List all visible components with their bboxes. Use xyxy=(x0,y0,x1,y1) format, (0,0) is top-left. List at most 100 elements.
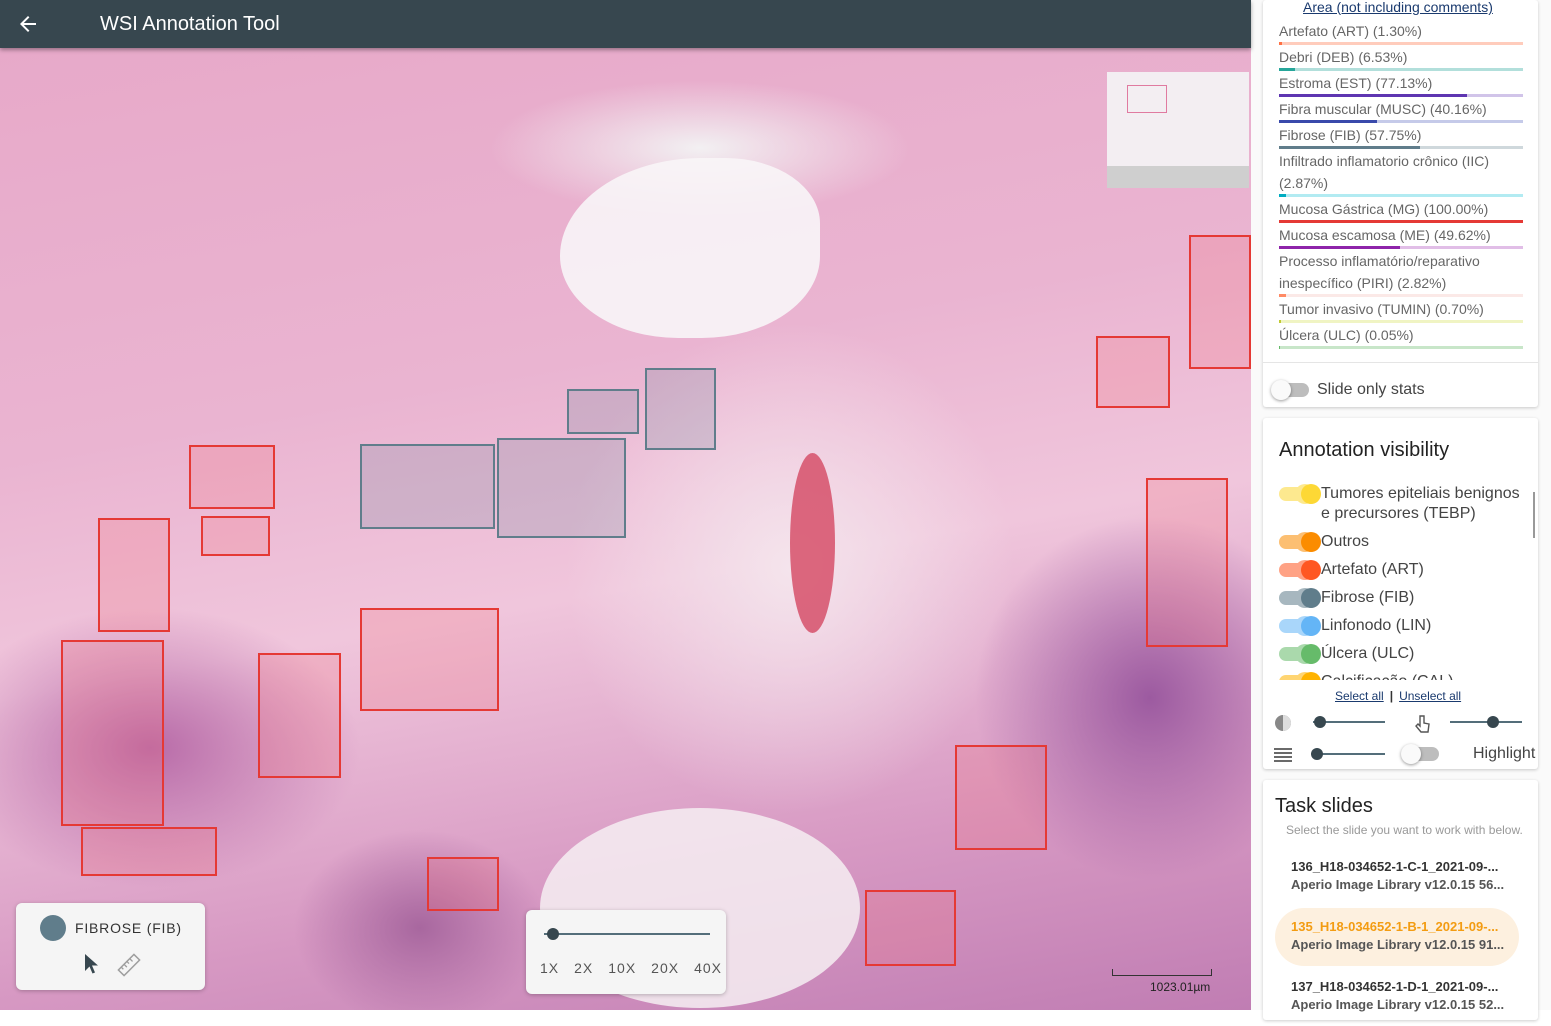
task-slides-subtitle: Select the slide you want to work with b… xyxy=(1286,823,1523,837)
slide-item[interactable]: 136_H18-034652-1-C-1_2021-09-... Aperio I… xyxy=(1275,848,1519,906)
stat-label: Fibrose (FIB) (57.75%) xyxy=(1279,127,1422,143)
ruler-icon[interactable] xyxy=(117,953,141,982)
class-color-dot xyxy=(40,915,66,941)
select-all-link[interactable]: Select all xyxy=(1335,689,1384,703)
slide-item[interactable]: 135_H18-034652-1-B-1_2021-09-... Aperio I… xyxy=(1275,908,1519,966)
stat-label: Infiltrado inflamatorio crônico (IIC) (2… xyxy=(1279,153,1490,191)
minimap-viewport[interactable] xyxy=(1127,85,1167,113)
side-panel: Area (not including comments) Artefato (… xyxy=(1251,0,1551,1020)
tissue-gap xyxy=(560,158,820,338)
task-slides-card: Task slides Select the slide you want to… xyxy=(1263,780,1538,1020)
annotation-region[interactable] xyxy=(360,608,499,711)
toggle-knob xyxy=(1301,616,1321,636)
stat-progress-bar xyxy=(1279,194,1523,197)
visibility-label: Tumores epiteliais benignos e precursore… xyxy=(1321,485,1520,522)
stat-progress-bar xyxy=(1279,320,1523,323)
stats-card: Area (not including comments) Artefato (… xyxy=(1263,0,1538,407)
annotation-region[interactable] xyxy=(201,516,270,556)
stat-progress-bar xyxy=(1279,120,1523,123)
visibility-label: Fibrose (FIB) xyxy=(1321,589,1415,606)
annotation-region[interactable] xyxy=(1189,235,1251,369)
unselect-all-link[interactable]: Unselect all xyxy=(1399,689,1461,703)
stat-progress-bar xyxy=(1279,68,1523,71)
zoom-level[interactable]: 10X xyxy=(608,960,636,976)
annotation-region[interactable] xyxy=(1096,336,1170,408)
stat-label: Processo inflamatório/reparativo inespec… xyxy=(1279,253,1480,291)
annotation-region[interactable] xyxy=(360,444,495,529)
zoom-level[interactable]: 1X xyxy=(540,960,559,976)
slide-description: Aperio Image Library v12.0.15 56... xyxy=(1291,877,1505,892)
slide-item[interactable]: 137_H18-034652-1-D-1_2021-09-... Aperio I… xyxy=(1275,968,1519,1026)
stat-progress-bar xyxy=(1279,146,1523,149)
pointer-icon[interactable] xyxy=(84,953,100,981)
highlight-label: Highlight xyxy=(1473,745,1536,762)
stat-label: Úlcera (ULC) (0.05%) xyxy=(1279,327,1414,343)
visibility-label: Úlcera (ULC) xyxy=(1321,645,1415,662)
slide-only-label: Slide only stats xyxy=(1317,381,1425,398)
slide-only-toggle[interactable] xyxy=(1271,380,1309,400)
stat-label: Estroma (EST) (77.13%) xyxy=(1279,75,1433,91)
toggle-knob xyxy=(1301,560,1321,580)
visibility-item[interactable]: Linfonodo (LIN) xyxy=(1277,616,1525,636)
annotation-visibility-card: Annotation visibility Tumores epiteliais… xyxy=(1263,418,1538,769)
annotation-region[interactable] xyxy=(645,368,716,450)
task-slides-title: Task slides xyxy=(1275,795,1373,817)
annotation-region[interactable] xyxy=(427,857,499,911)
annotation-region[interactable] xyxy=(61,640,164,826)
visibility-item[interactable]: Outros xyxy=(1277,532,1525,552)
slide-name: 135_H18-034652-1-B-1_2021-09-... xyxy=(1291,919,1499,934)
active-tool-card: FIBROSE (FIB) xyxy=(16,903,205,990)
annotation-region[interactable] xyxy=(497,438,626,538)
zoom-level[interactable]: 40X xyxy=(694,960,722,976)
zoom-slider-thumb[interactable] xyxy=(547,928,559,940)
toggle-knob xyxy=(1301,484,1321,504)
brightness-slider[interactable] xyxy=(1450,716,1522,728)
minimap[interactable] xyxy=(1107,72,1249,188)
visibility-list[interactable]: Tumores epiteliais benignos e precursore… xyxy=(1277,484,1525,680)
annotation-region[interactable] xyxy=(98,518,170,632)
stat-progress-bar xyxy=(1279,42,1523,45)
stroke-width-icon xyxy=(1273,746,1292,764)
visibility-item[interactable]: Calcificação (CAL) xyxy=(1277,672,1525,680)
stats-heading[interactable]: Area (not including comments) xyxy=(1303,0,1493,15)
stat-label: Tumor invasivo (TUMIN) (0.70%) xyxy=(1279,301,1484,317)
stat-label: Debri (DEB) (6.53%) xyxy=(1279,49,1408,65)
visibility-label: Artefato (ART) xyxy=(1321,561,1424,578)
annotation-region[interactable] xyxy=(258,653,341,778)
scale-label: 1023.01µm xyxy=(1150,980,1211,994)
stroke-width-slider[interactable] xyxy=(1310,748,1385,760)
slide-name: 137_H18-034652-1-D-1_2021-09-... xyxy=(1291,979,1499,994)
visibility-item[interactable]: Úlcera (ULC) xyxy=(1277,644,1525,664)
toggle-knob xyxy=(1301,588,1321,608)
blood-vessel xyxy=(790,453,835,633)
annotation-region[interactable] xyxy=(81,827,217,876)
annotation-region[interactable] xyxy=(189,445,275,509)
toggle-knob xyxy=(1301,532,1321,552)
zoom-level[interactable]: 20X xyxy=(651,960,679,976)
toggle-knob xyxy=(1301,644,1321,664)
annotation-region[interactable] xyxy=(1146,478,1228,647)
opacity-icon xyxy=(1273,713,1291,731)
visibility-item[interactable]: Tumores epiteliais benignos e precursore… xyxy=(1277,484,1525,524)
stat-label: Mucosa escamosa (ME) (49.62%) xyxy=(1279,227,1491,243)
annotation-region[interactable] xyxy=(865,890,956,966)
slide-viewer[interactable]: 1023.01µm xyxy=(0,48,1251,1010)
select-row: Select all | Unselect all xyxy=(1335,689,1462,703)
visibility-item[interactable]: Artefato (ART) xyxy=(1277,560,1525,580)
visibility-label: Linfonodo (LIN) xyxy=(1321,617,1432,634)
opacity-slider[interactable] xyxy=(1313,716,1385,728)
back-arrow-icon[interactable] xyxy=(0,0,56,48)
zoom-levels: 1X 2X 10X 20X 40X xyxy=(540,960,722,976)
stat-progress-bar xyxy=(1279,220,1523,223)
visibility-item[interactable]: Fibrose (FIB) xyxy=(1277,588,1525,608)
highlight-toggle[interactable] xyxy=(1401,744,1439,764)
stat-label: Artefato (ART) (1.30%) xyxy=(1279,23,1422,39)
annotation-region[interactable] xyxy=(567,389,639,434)
zoom-slider-track[interactable] xyxy=(544,933,710,935)
visibility-title: Annotation visibility xyxy=(1279,439,1450,461)
annotation-region[interactable] xyxy=(955,745,1047,850)
stat-progress-bar xyxy=(1279,94,1523,97)
stat-label: Fibra muscular (MUSC) (40.16%) xyxy=(1279,101,1487,117)
scrollbar[interactable] xyxy=(1533,492,1535,538)
zoom-level[interactable]: 2X xyxy=(574,960,593,976)
